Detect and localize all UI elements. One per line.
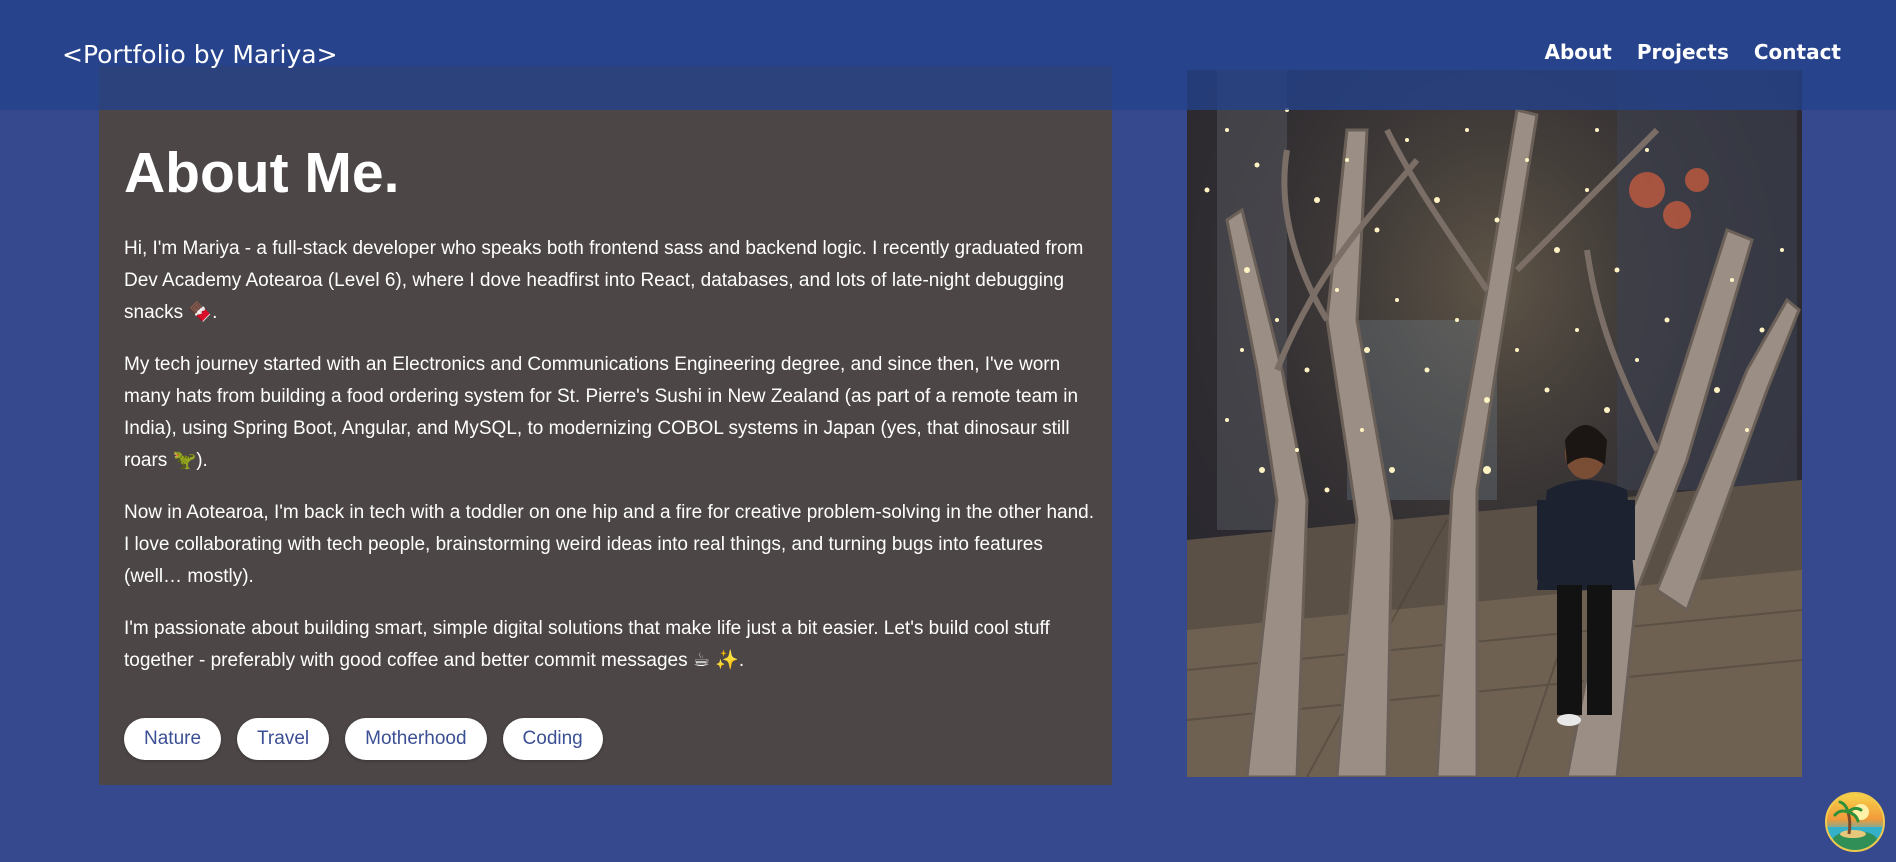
about-paragraph-passion: I'm passionate about building smart, sim…	[124, 618, 1050, 671]
nav-links: About Projects Contact	[1545, 40, 1842, 64]
about-paragraph-intro: Hi, I'm Mariya - a full-stack developer …	[124, 238, 1084, 323]
profile-photo-illustration	[1187, 70, 1802, 777]
about-title: About Me.	[124, 141, 400, 205]
nav-about[interactable]: About	[1545, 40, 1612, 64]
nav-projects[interactable]: Projects	[1637, 40, 1729, 64]
tag-travel[interactable]: Travel	[237, 718, 330, 760]
interest-tags: Nature Travel Motherhood Coding	[124, 718, 603, 760]
tag-motherhood[interactable]: Motherhood	[345, 718, 487, 760]
palm-island-sunset-icon[interactable]	[1825, 792, 1885, 852]
tag-nature[interactable]: Nature	[124, 718, 222, 760]
nav-contact[interactable]: Contact	[1754, 40, 1841, 64]
navbar: <Portfolio by Mariya> About Projects Con…	[0, 0, 1896, 110]
tag-coding[interactable]: Coding	[502, 718, 603, 760]
profile-photo	[1187, 70, 1802, 777]
palm-island-illustration	[1827, 800, 1883, 849]
about-card: About Me. Hi, I'm Mariya - a full-stack …	[99, 66, 1112, 785]
site-logo[interactable]: <Portfolio by Mariya>	[62, 40, 338, 69]
about-paragraph-journey: My tech journey started with an Electron…	[124, 354, 1079, 471]
about-paragraph-now: Now in Aotearoa, I'm back in tech with a…	[124, 502, 1095, 587]
